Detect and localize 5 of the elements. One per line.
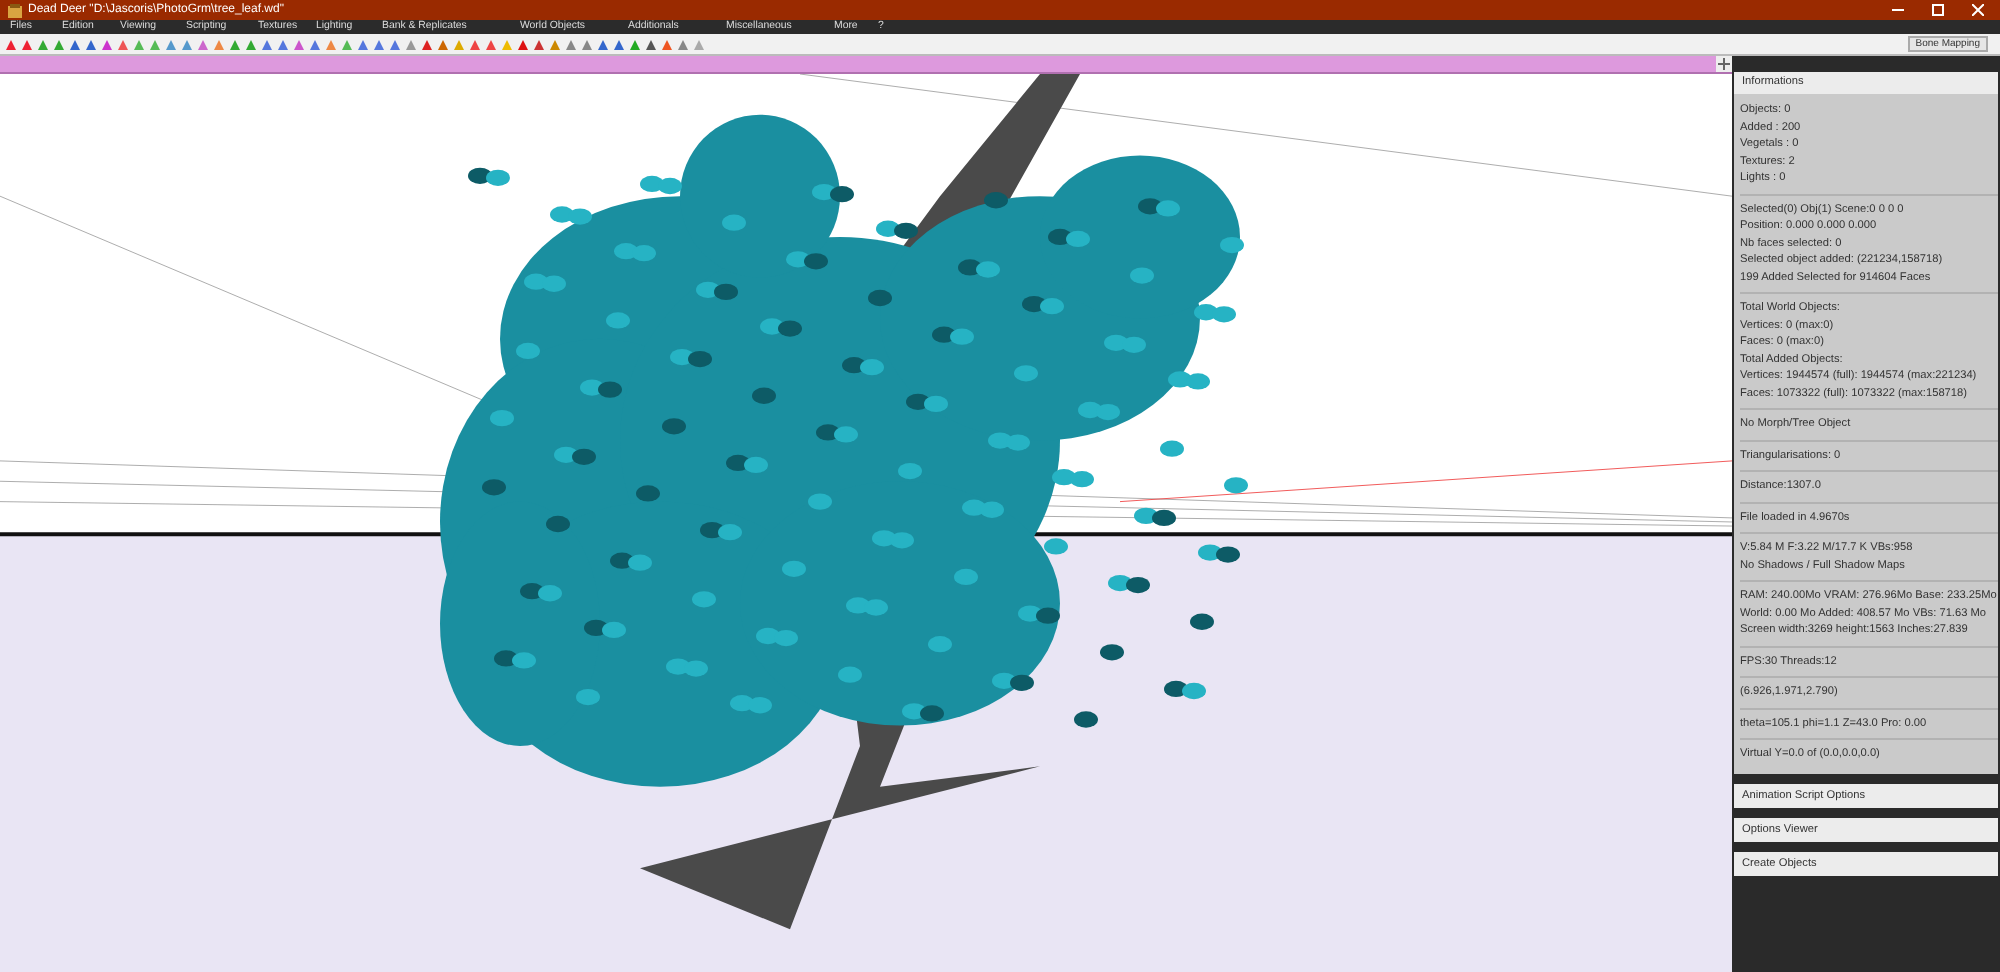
- maximize-icon[interactable]: [1932, 4, 1944, 16]
- close-icon[interactable]: [1972, 4, 1984, 16]
- add-icon[interactable]: [1716, 56, 1732, 72]
- minimize-icon[interactable]: [1892, 4, 1904, 16]
- app-logo-icon: [8, 3, 22, 17]
